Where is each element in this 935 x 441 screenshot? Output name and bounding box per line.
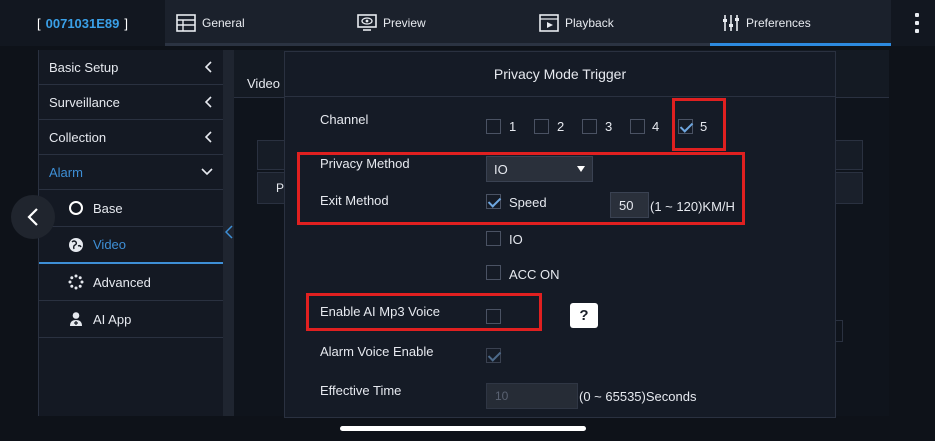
sidebar: Basic Setup Surveillance Collection Alar… [38,50,223,416]
privacy-method-label: Privacy Method [320,156,410,171]
table-header-cell [257,140,285,170]
sidebar-item-basic-setup[interactable]: Basic Setup [39,50,223,85]
chevron-left-icon [205,61,212,73]
channel-2-label: 2 [557,119,565,134]
exit-acc-label: ACC ON [509,267,560,282]
effective-time-range: (0 ~ 65535)Seconds [579,389,697,404]
eye-monitor-icon [357,14,377,31]
exit-speed-label: Speed [509,195,547,210]
privacy-method-select[interactable]: IO [486,156,593,182]
sidebar-item-alarm[interactable]: Alarm [39,155,223,190]
chevron-down-icon [201,168,213,176]
channel-4-checkbox[interactable] [630,119,645,134]
background-control [835,320,843,342]
exit-speed-checkbox[interactable] [486,194,501,209]
tab-general[interactable]: General [176,0,245,46]
back-button[interactable] [11,195,55,239]
channel-3-label: 3 [605,119,613,134]
sidebar-item-surveillance[interactable]: Surveillance [39,85,223,120]
channel-5-checkbox[interactable] [678,119,693,134]
table-row-cell-right [835,172,863,204]
sidebar-item-collection[interactable]: Collection [39,120,223,155]
tab-preview[interactable]: Preview [357,0,426,46]
globe-icon [67,236,85,254]
circle-icon [67,199,85,217]
channel-5-label: 5 [700,119,708,134]
effective-time-label: Effective Time [320,383,402,398]
exit-method-label: Exit Method [320,193,389,208]
ai-voice-checkbox[interactable] [486,309,501,324]
sidebar-sub-advanced[interactable]: Advanced [39,264,223,301]
alarm-voice-checkbox[interactable] [486,348,501,363]
device-id-label: [ 0071031E89 ] [37,15,128,31]
channel-4-label: 4 [652,119,660,134]
effective-time-input[interactable]: 10 [486,383,578,409]
table-cell-text: P [276,181,285,195]
sidebar-sub-base[interactable]: Base [39,190,223,227]
chevron-left-icon [205,96,212,108]
channel-3-checkbox[interactable] [582,119,597,134]
video-tab[interactable]: Video [247,76,280,91]
sidebar-sub-ai-app[interactable]: AI App [39,301,223,338]
dotted-circle-icon [67,273,85,291]
film-play-icon [539,14,559,32]
device-id: 0071031E89 [45,15,120,31]
chevron-left-icon [27,208,38,226]
help-button[interactable]: ? [570,303,598,328]
speed-input[interactable]: 50 [610,192,649,218]
dropdown-arrow-icon [577,166,585,172]
tab-playback[interactable]: Playback [539,0,614,46]
channel-1-checkbox[interactable] [486,119,501,134]
speed-range-label: (1 ~ 120)KM/H [650,199,735,214]
collapse-sidebar-icon[interactable] [223,218,234,246]
channel-2-checkbox[interactable] [534,119,549,134]
channel-1-label: 1 [509,119,517,134]
exit-io-label: IO [509,232,523,247]
nav-active-indicator [710,43,891,46]
user-doctor-icon [67,310,85,328]
dialog-title: Privacy Mode Trigger [284,51,836,97]
more-menu-icon[interactable] [905,10,929,36]
ai-voice-label: Enable AI Mp3 Voice [320,304,440,319]
grid-table-icon [176,14,196,32]
sidebar-sub-video[interactable]: Video [39,227,223,264]
channel-label: Channel [320,112,369,127]
table-header-cell-right [835,140,863,170]
tab-preferences[interactable]: Preferences [722,0,811,46]
exit-acc-checkbox[interactable] [486,265,501,280]
chevron-left-icon [205,131,212,143]
privacy-mode-dialog [284,51,836,418]
exit-io-checkbox[interactable] [486,231,501,246]
sliders-icon [723,15,739,31]
alarm-voice-label: Alarm Voice Enable [320,344,434,359]
home-indicator [340,426,586,431]
